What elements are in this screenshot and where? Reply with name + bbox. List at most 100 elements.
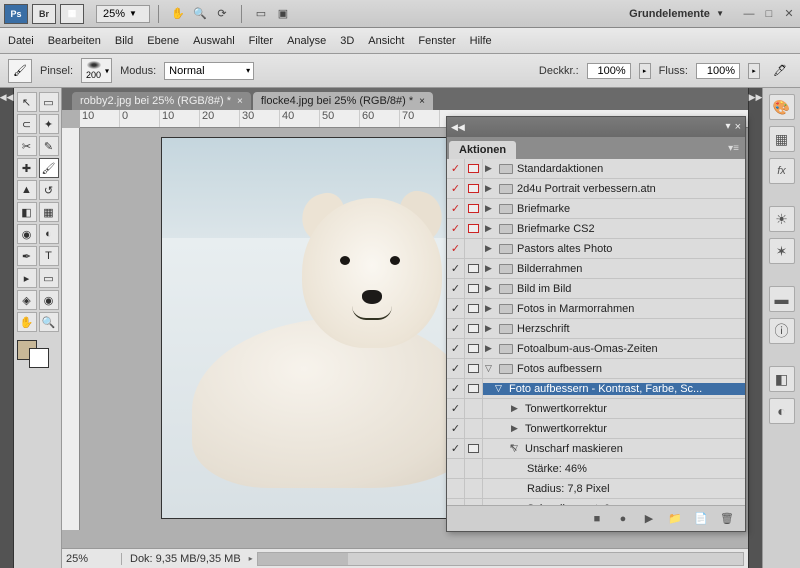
expand-icon[interactable]: ▶ [485,203,495,214]
expand-icon[interactable]: ▶ [485,163,495,174]
action-set-row[interactable]: ✓ ▶Bild im Bild [447,279,745,299]
expand-icon[interactable]: ▶ [485,243,495,254]
marquee-tool[interactable]: ▭ [39,92,59,112]
right-tabwell[interactable]: ▶▶ [748,88,762,568]
horizontal-scrollbar[interactable] [257,552,744,566]
action-set-row[interactable]: ✓ ▶Fotoalbum-aus-Omas-Zeiten [447,339,745,359]
quick-select-tool[interactable]: ✦ [39,114,59,134]
channels-panel-icon[interactable]: ◧ [769,366,795,392]
toggle-check[interactable]: ✓ [447,219,465,238]
menu-ebene[interactable]: Ebene [147,35,179,47]
opacity-flyout[interactable]: ▸ [639,63,651,79]
toggle-dialog[interactable] [465,239,483,258]
layers-panel-icon[interactable]: ▬ [769,286,795,312]
masks-panel-icon[interactable]: ✶ [769,238,795,264]
collapse-icon[interactable]: ▽ [485,363,495,374]
toggle-dialog[interactable] [465,179,483,198]
styles-panel-icon[interactable]: fx [769,158,795,184]
tool-preset-icon[interactable]: 🖌 [8,59,32,83]
zoom-combo[interactable]: 25% ▼ [96,5,150,23]
menu-hilfe[interactable]: Hilfe [470,35,492,47]
brush-picker[interactable]: 200 ▾ [81,58,112,83]
info-panel-icon[interactable]: ⓘ [769,318,795,344]
panel-minimize-icon[interactable]: ▾ [726,121,731,133]
expand-icon[interactable]: ▶ [485,343,495,354]
toggle-dialog[interactable] [465,199,483,218]
toggle-dialog[interactable] [465,219,483,238]
action-set-row[interactable]: ✓ ▶Bilderrahmen [447,259,745,279]
action-row-selected[interactable]: ✓ ▽Foto aufbessern - Kontrast, Farbe, Sc… [447,379,745,399]
panel-close-icon[interactable]: × [735,121,741,133]
toggle-check[interactable]: ✓ [447,239,465,258]
panel-titlebar[interactable]: ◀◀ ▾ × [447,117,745,137]
opacity-input[interactable]: 100% [587,63,631,79]
toggle-check[interactable]: ✓ [447,299,465,318]
color-swatches[interactable] [17,340,59,354]
close-tab-icon[interactable]: × [237,96,243,107]
mini-bridge-icon[interactable]: ▦ [60,4,84,24]
toggle-dialog[interactable] [465,419,483,438]
toggle-check[interactable]: ✓ [447,179,465,198]
toggle-check[interactable]: ✓ [447,319,465,338]
eraser-tool[interactable]: ◧ [17,202,37,222]
action-set-row[interactable]: ✓ ▶Pastors altes Photo [447,239,745,259]
record-button[interactable]: ● [615,511,631,527]
swatches-panel-icon[interactable]: ▦ [769,126,795,152]
action-step-row[interactable]: ✓ ▶Tonwertkorrektur [447,419,745,439]
dodge-tool[interactable]: ◐ [39,224,59,244]
lasso-tool[interactable]: ⊂ [17,114,37,134]
crop-tool[interactable]: ✂ [17,136,37,156]
action-set-row[interactable]: ✓ ▶Fotos in Marmorrahmen [447,299,745,319]
pen-tool[interactable]: ✒ [17,246,37,266]
vertical-ruler[interactable] [62,128,80,530]
document-tab[interactable]: robby2.jpg bei 25% (RGB/8#) * × [72,92,251,110]
new-set-button[interactable]: 📁 [667,511,683,527]
toggle-dialog[interactable] [465,339,483,358]
scrollbar-thumb[interactable] [258,553,348,565]
delete-button[interactable]: 🗑 [719,511,735,527]
new-action-button[interactable]: 📄 [693,511,709,527]
stamp-tool[interactable]: ▲ [17,180,37,200]
action-step-row[interactable]: ✓ ▶Tonwertkorrektur [447,399,745,419]
paths-panel-icon[interactable]: ◐ [769,398,795,424]
play-button[interactable]: ▶ [641,511,657,527]
status-zoom[interactable]: 25% [62,553,122,565]
collapse-arrow-icon[interactable]: ◀◀ [451,122,465,133]
zoom-tool-icon[interactable]: 🔍 [191,5,209,23]
menu-ansicht[interactable]: Ansicht [368,35,404,47]
collapse-icon[interactable]: ▽ [495,383,505,394]
panel-tab-aktionen[interactable]: Aktionen [449,141,516,159]
expand-icon[interactable]: ▶ [485,303,495,314]
menu-bild[interactable]: Bild [115,35,133,47]
brush-tool[interactable]: 🖌 [39,158,59,178]
left-tabwell[interactable]: ◀◀ [0,88,14,568]
close-button[interactable]: ✕ [782,7,796,21]
close-tab-icon[interactable]: × [419,96,425,107]
toggle-dialog[interactable] [465,399,483,418]
3d-camera-tool[interactable]: ◉ [39,290,59,310]
expand-icon[interactable]: ▶ [485,263,495,274]
toggle-dialog[interactable] [465,279,483,298]
toggle-dialog[interactable] [465,359,483,378]
expand-icon[interactable]: ▶ [511,423,521,434]
menu-bearbeiten[interactable]: Bearbeiten [48,35,101,47]
toggle-check[interactable]: ✓ [447,259,465,278]
minimize-button[interactable]: — [742,7,756,21]
toggle-check[interactable]: ✓ [447,439,465,458]
expand-icon[interactable]: ▶ [485,323,495,334]
patch-tool[interactable]: ✚ [17,158,37,178]
type-tool[interactable]: T [39,246,59,266]
menu-analyse[interactable]: Analyse [287,35,326,47]
bridge-icon[interactable]: Br [32,4,56,24]
background-swatch[interactable] [29,348,49,368]
3d-tool[interactable]: ◈ [17,290,37,310]
hand-tool[interactable]: ✋ [17,312,37,332]
action-set-row[interactable]: ✓ ▶Briefmarke [447,199,745,219]
arrange-docs-icon[interactable]: ▭ [252,5,270,23]
toggle-check[interactable]: ✓ [447,159,465,178]
menu-auswahl[interactable]: Auswahl [193,35,235,47]
shape-tool[interactable]: ▭ [39,268,59,288]
action-set-row[interactable]: ✓ ▶Briefmarke CS2 [447,219,745,239]
toggle-dialog[interactable] [465,159,483,178]
color-panel-icon[interactable]: 🎨 [769,94,795,120]
